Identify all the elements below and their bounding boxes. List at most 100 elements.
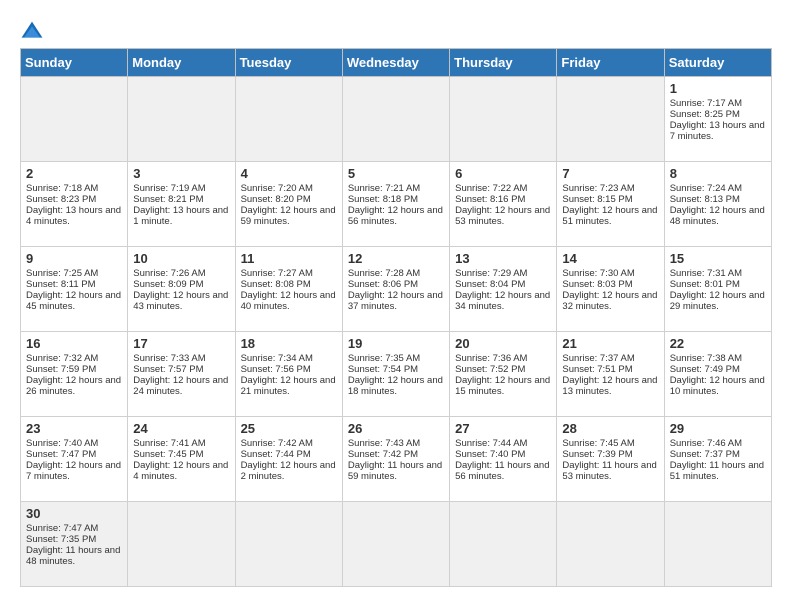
sunset-label: Sunset: 8:08 PM [241,279,311,290]
calendar-cell: 14Sunrise: 7:30 AMSunset: 8:03 PMDayligh… [557,247,664,332]
sunrise-label: Sunrise: 7:28 AM [348,268,420,279]
sunrise-label: Sunrise: 7:23 AM [562,183,634,194]
day-number: 26 [348,421,444,436]
daylight-label: Daylight: 11 hours and 51 minutes. [670,460,764,482]
sunrise-label: Sunrise: 7:25 AM [26,268,98,279]
daylight-label: Daylight: 11 hours and 56 minutes. [455,460,549,482]
sunset-label: Sunset: 8:25 PM [670,109,740,120]
day-number: 27 [455,421,551,436]
daylight-label: Daylight: 12 hours and 59 minutes. [241,205,336,227]
calendar-week-2: 2Sunrise: 7:18 AMSunset: 8:23 PMDaylight… [21,162,772,247]
daylight-label: Daylight: 12 hours and 29 minutes. [670,290,765,312]
daylight-label: Daylight: 11 hours and 48 minutes. [26,545,120,567]
daylight-label: Daylight: 12 hours and 7 minutes. [26,460,121,482]
sunset-label: Sunset: 7:42 PM [348,449,418,460]
daylight-label: Daylight: 12 hours and 4 minutes. [133,460,228,482]
sunset-label: Sunset: 7:52 PM [455,364,525,375]
daylight-label: Daylight: 12 hours and 15 minutes. [455,375,550,397]
calendar-cell: 16Sunrise: 7:32 AMSunset: 7:59 PMDayligh… [21,332,128,417]
sunset-label: Sunset: 7:49 PM [670,364,740,375]
day-number: 13 [455,251,551,266]
day-number: 9 [26,251,122,266]
calendar-cell: 4Sunrise: 7:20 AMSunset: 8:20 PMDaylight… [235,162,342,247]
day-number: 17 [133,336,229,351]
sunset-label: Sunset: 8:23 PM [26,194,96,205]
sunrise-label: Sunrise: 7:24 AM [670,183,742,194]
sunrise-label: Sunrise: 7:44 AM [455,438,527,449]
calendar-week-3: 9 Sunrise: 7:25 AMSunset: 8:11 PM Daylight… [21,247,772,332]
daylight-label: Daylight: 13 hours and 4 minutes. [26,205,121,227]
daylight-label: Daylight: 12 hours and 26 minutes. [26,375,121,397]
calendar-cell: 1Sunrise: 7:17 AMSunset: 8:25 PMDaylight… [664,77,771,162]
sunset-label: Sunset: 7:44 PM [241,449,311,460]
sunrise-label: Sunrise: 7:26 AM [133,268,205,279]
calendar-week-1: 1Sunrise: 7:17 AMSunset: 8:25 PMDaylight… [21,77,772,162]
calendar-cell: 17Sunrise: 7:33 AMSunset: 7:57 PMDayligh… [128,332,235,417]
sunrise-label: Sunrise: 7:19 AM [133,183,205,194]
calendar-cell: 18Sunrise: 7:34 AMSunset: 7:56 PMDayligh… [235,332,342,417]
daylight-label: Daylight: 12 hours and 34 minutes. [455,290,550,312]
sunset-label: Sunset: 8:11 PM [26,279,96,290]
day-number: 15 [670,251,766,266]
sunset-label: Sunset: 7:57 PM [133,364,203,375]
sunset-label: Sunset: 8:13 PM [670,194,740,205]
calendar-cell: 29Sunrise: 7:46 AMSunset: 7:37 PMDayligh… [664,417,771,502]
sunset-label: Sunset: 8:09 PM [133,279,203,290]
sunset-label: Sunset: 7:37 PM [670,449,740,460]
calendar-table: SundayMondayTuesdayWednesdayThursdayFrid… [20,48,772,587]
daylight-label: Daylight: 12 hours and 21 minutes. [241,375,336,397]
calendar-cell [557,77,664,162]
header-thursday: Thursday [450,49,557,77]
sunrise-label: Sunrise: 7:27 AM [241,268,313,279]
daylight-label: Daylight: 12 hours and 53 minutes. [455,205,550,227]
page-header [20,20,772,44]
daylight-label: Daylight: 11 hours and 53 minutes. [562,460,656,482]
daylight-label: Daylight: 12 hours and 13 minutes. [562,375,657,397]
daylight-label: Daylight: 13 hours and 1 minute. [133,205,228,227]
day-number: 5 [348,166,444,181]
daylight-label: Daylight: 12 hours and 43 minutes. [133,290,228,312]
sunrise-label: Sunrise: 7:21 AM [348,183,420,194]
calendar-cell: 19Sunrise: 7:35 AMSunset: 7:54 PMDayligh… [342,332,449,417]
sunset-label: Sunset: 7:35 PM [26,534,96,545]
sunrise-label: Sunrise: 7:17 AM [670,98,742,109]
day-number: 14 [562,251,658,266]
calendar-header-row: SundayMondayTuesdayWednesdayThursdayFrid… [21,49,772,77]
sunset-label: Sunset: 8:01 PM [670,279,740,290]
day-number: 11 [241,251,337,266]
header-saturday: Saturday [664,49,771,77]
sunset-label: Sunset: 8:06 PM [348,279,418,290]
calendar-cell [664,502,771,587]
calendar-cell: 11Sunrise: 7:27 AMSunset: 8:08 PMDayligh… [235,247,342,332]
sunrise-label: Sunrise: 7:31 AM [670,268,742,279]
day-number: 3 [133,166,229,181]
calendar-cell: 21Sunrise: 7:37 AMSunset: 7:51 PMDayligh… [557,332,664,417]
day-number: 10 [133,251,229,266]
calendar-cell: 23Sunrise: 7:40 AMSunset: 7:47 PMDayligh… [21,417,128,502]
calendar-cell: 6Sunrise: 7:22 AMSunset: 8:16 PMDaylight… [450,162,557,247]
daylight-label: Daylight: 12 hours and 24 minutes. [133,375,228,397]
day-number: 12 [348,251,444,266]
calendar-cell [21,77,128,162]
calendar-cell: 12Sunrise: 7:28 AMSunset: 8:06 PMDayligh… [342,247,449,332]
calendar-cell: 15 Sunrise: 7:31 AMSunset: 8:01 PMDayligh… [664,247,771,332]
day-number: 28 [562,421,658,436]
calendar-cell: 25Sunrise: 7:42 AMSunset: 7:44 PMDayligh… [235,417,342,502]
calendar-cell [450,502,557,587]
sunrise-label: Sunrise: 7:29 AM [455,268,527,279]
sunset-label: Sunset: 7:40 PM [455,449,525,460]
sunset-label: Sunset: 7:51 PM [562,364,632,375]
calendar-cell [235,77,342,162]
day-number: 19 [348,336,444,351]
sunset-label: Sunset: 8:03 PM [562,279,632,290]
daylight-label: Daylight: 12 hours and 32 minutes. [562,290,657,312]
day-number: 23 [26,421,122,436]
daylight-label: Daylight: 13 hours and 7 minutes. [670,120,765,142]
calendar-cell [342,502,449,587]
calendar-cell: 13Sunrise: 7:29 AMSunset: 8:04 PMDayligh… [450,247,557,332]
sunrise-label: Sunrise: 7:22 AM [455,183,527,194]
day-number: 18 [241,336,337,351]
day-number: 6 [455,166,551,181]
calendar-cell [450,77,557,162]
header-friday: Friday [557,49,664,77]
